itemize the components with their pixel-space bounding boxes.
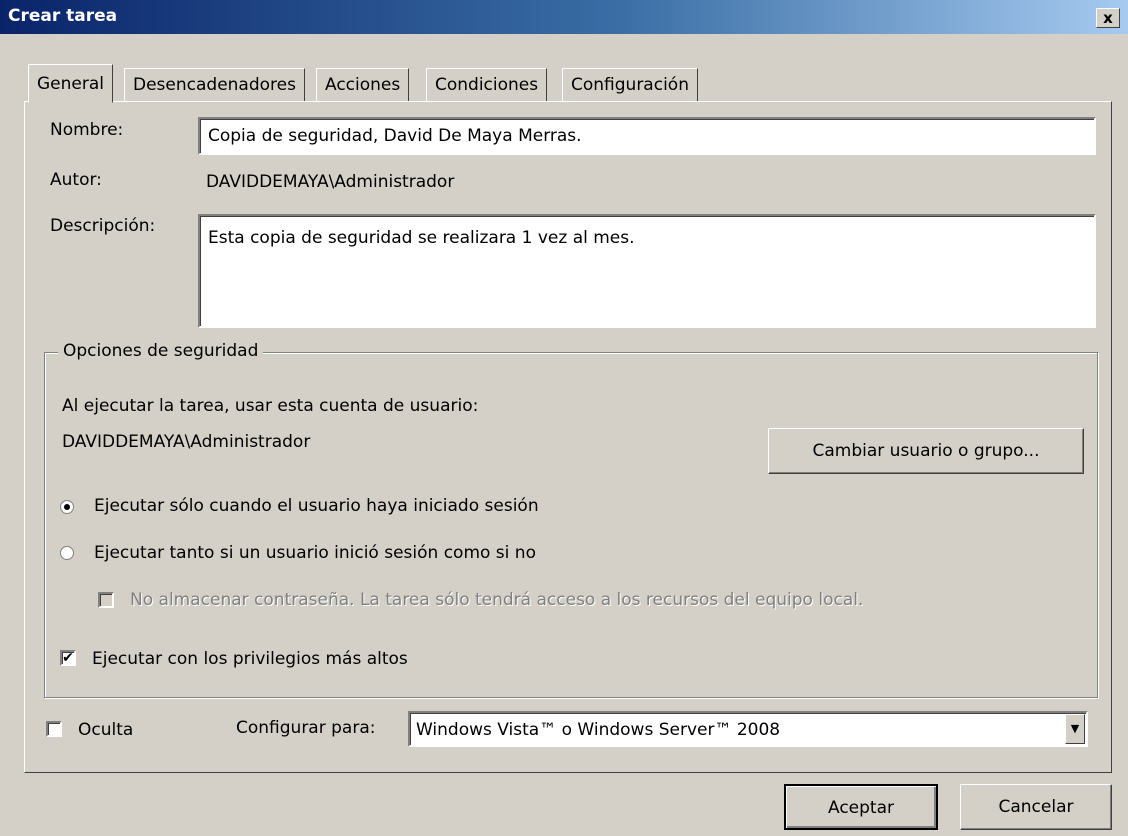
no-store-password-label: No almacenar contraseña. La tarea sólo t… — [130, 590, 864, 610]
no-store-password-checkbox — [98, 592, 114, 608]
configure-for-value: Windows Vista™ o Windows Server™ 2008 — [416, 720, 781, 740]
ok-button[interactable]: Aceptar — [784, 784, 938, 830]
radio-logged-on[interactable] — [60, 500, 74, 514]
name-input[interactable]: Copia de seguridad, David De Maya Merras… — [198, 117, 1096, 155]
description-value: Esta copia de seguridad se realizara 1 v… — [208, 228, 635, 248]
hidden-label[interactable]: Oculta — [78, 720, 133, 740]
name-input-value: Copia de seguridad, David De Maya Merras… — [208, 126, 582, 146]
cancel-button[interactable]: Cancelar — [960, 784, 1112, 830]
window-title: Crear tarea — [8, 6, 118, 26]
radio-always[interactable] — [60, 546, 74, 560]
change-user-button[interactable]: Cambiar usuario o grupo... — [768, 428, 1084, 474]
configure-for-label: Configurar para: — [236, 718, 376, 738]
tab-general[interactable]: General — [28, 64, 113, 103]
tab-conditions[interactable]: Condiciones — [426, 68, 548, 102]
highest-privileges-label[interactable]: Ejecutar con los privilegios más altos — [92, 649, 408, 669]
configure-for-select[interactable]: Windows Vista™ o Windows Server™ 2008 ▼ — [408, 711, 1088, 747]
highest-privileges-checkbox[interactable]: ✔ — [60, 650, 76, 666]
hidden-checkbox[interactable] — [46, 721, 62, 737]
close-button[interactable]: x — [1096, 8, 1120, 28]
tab-triggers[interactable]: Desencadenadores — [124, 68, 305, 102]
description-label: Descripción: — [50, 216, 156, 236]
security-options-legend: Opciones de seguridad — [58, 341, 264, 361]
tab-settings[interactable]: Configuración — [562, 68, 698, 102]
author-value: DAVIDDEMAYA\Administrador — [206, 172, 455, 192]
radio-logged-on-label[interactable]: Ejecutar sólo cuando el usuario haya ini… — [94, 496, 539, 516]
radio-selected-dot — [64, 504, 70, 510]
tab-actions[interactable]: Acciones — [316, 68, 410, 102]
title-bar: Crear tarea x — [0, 0, 1128, 34]
name-label: Nombre: — [50, 120, 124, 140]
account-value: DAVIDDEMAYA\Administrador — [62, 432, 311, 452]
description-textarea[interactable]: Esta copia de seguridad se realizara 1 v… — [198, 214, 1096, 328]
dropdown-arrow-icon[interactable]: ▼ — [1065, 714, 1085, 744]
account-prompt: Al ejecutar la tarea, usar esta cuenta d… — [62, 396, 479, 416]
radio-always-label[interactable]: Ejecutar tanto si un usuario inició sesi… — [94, 543, 536, 563]
close-icon: x — [1103, 9, 1113, 27]
author-label: Autor: — [50, 170, 102, 190]
checkmark-icon: ✔ — [62, 650, 74, 666]
